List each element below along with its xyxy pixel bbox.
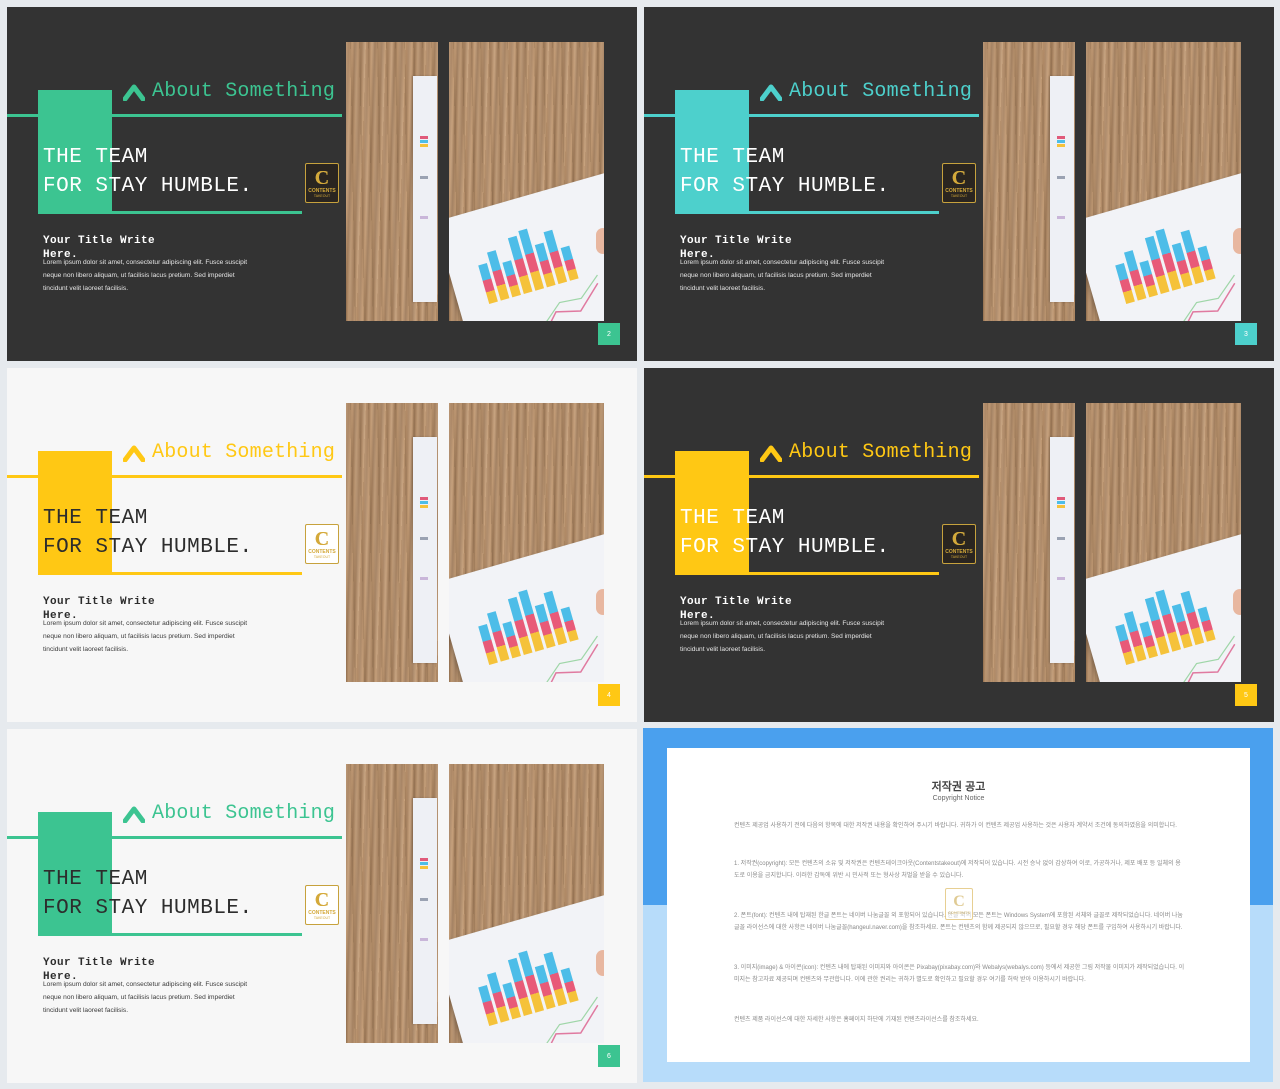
chevron-up-icon (760, 84, 782, 101)
wood-photo-left (346, 764, 438, 1043)
copyright-intro: 컨텐츠 제공업 사용하기 전에 다음의 항목에 대한 저작권 내용을 확인하여 … (734, 823, 1177, 829)
logo-letter: C (314, 167, 330, 189)
contents-logo: C CONTENTS TAKEOUT (305, 885, 339, 925)
wood-photo-right (1086, 403, 1241, 682)
body-text: Lorem ipsum dolor sit amet, consectetur … (680, 259, 885, 292)
body-text: Lorem ipsum dolor sit amet, consectetur … (43, 981, 248, 1014)
headline-line-2: FOR STAY HUMBLE. (680, 175, 890, 198)
headline-line-1: THE TEAM (43, 868, 148, 891)
slide-page-2[interactable]: About Something THE TEAM FOR STAY HUMBLE… (7, 7, 637, 361)
contents-logo: C CONTENTS TAKEOUT (942, 163, 976, 203)
slide-page-4[interactable]: About Something THE TEAM FOR STAY HUMBLE… (7, 368, 637, 722)
headline-line-1: THE TEAM (680, 146, 785, 169)
logo-line-2: TAKEOUT (313, 555, 331, 559)
copyright-section-image: 3. 이미지(image) & 아이콘(icon): 컨텐츠 내에 탑재된 이미… (734, 965, 1185, 983)
accent-line-bottom (38, 211, 302, 214)
page-number: 3 (1235, 323, 1257, 345)
slide-copyright-notice[interactable]: 저작권 공고 Copyright Notice 컨텐츠 제공업 사용하기 전에 … (643, 728, 1273, 1082)
finger (1233, 228, 1241, 254)
about-heading: About Something (760, 441, 972, 464)
finger (1233, 589, 1241, 615)
logo-letter: C (951, 528, 967, 550)
wood-photo-right (449, 403, 604, 682)
logo-line-2: TAKEOUT (313, 916, 331, 920)
headline: THE TEAM FOR STAY HUMBLE. (680, 143, 890, 201)
wood-photo-left (983, 42, 1075, 321)
headline-line-1: THE TEAM (43, 507, 148, 530)
about-heading: About Something (760, 80, 972, 103)
contents-logo-watermark: C CONTENTS (945, 888, 973, 920)
headline: THE TEAM FOR STAY HUMBLE. (43, 865, 253, 923)
chevron-up-icon (123, 445, 145, 462)
contents-logo: C CONTENTS TAKEOUT (942, 524, 976, 564)
wood-photo-left (346, 42, 438, 321)
finger (596, 950, 604, 976)
chevron-up-icon (123, 806, 145, 823)
about-heading: About Something (123, 802, 335, 825)
logo-line-2: TAKEOUT (313, 194, 331, 198)
copyright-subtitle: Copyright Notice (932, 795, 985, 802)
chevron-up-icon (123, 84, 145, 101)
page-number: 6 (598, 1045, 620, 1067)
headline-line-2: FOR STAY HUMBLE. (680, 536, 890, 559)
paper-strip (413, 798, 437, 1024)
headline-line-1: THE TEAM (43, 146, 148, 169)
logo-line-1: CONTENTS (948, 909, 970, 915)
wood-photo-left (983, 403, 1075, 682)
accent-line-bottom (675, 211, 939, 214)
contents-logo: C CONTENTS TAKEOUT (305, 524, 339, 564)
about-text: About Something (152, 80, 336, 103)
paper-strip (413, 437, 437, 663)
copyright-section-copyright: 1. 저작권(copyright): 모든 컨텐츠의 소유 및 저작권은 컨텐츠… (734, 861, 1181, 879)
copyright-card: 저작권 공고 Copyright Notice 컨텐츠 제공업 사용하기 전에 … (667, 748, 1250, 1062)
paper-strip (1050, 437, 1074, 663)
logo-letter: C (314, 889, 330, 911)
accent-line-bottom (675, 572, 939, 575)
copyright-footer: 컨텐츠 제품 라이선스에 대한 자세한 사항은 홈페이지 하단에 기재된 컨텐츠… (734, 1017, 979, 1023)
slide-page-5[interactable]: About Something THE TEAM FOR STAY HUMBLE… (644, 368, 1274, 722)
wood-photo-left (346, 403, 438, 682)
wood-photo-right (449, 42, 604, 321)
copyright-title: 저작권 공고 (931, 781, 986, 793)
body-text: Lorem ipsum dolor sit amet, consectetur … (43, 259, 248, 292)
about-heading: About Something (123, 441, 335, 464)
finger (596, 228, 604, 254)
body-text: Lorem ipsum dolor sit amet, consectetur … (680, 620, 885, 653)
page-number: 5 (1235, 684, 1257, 706)
logo-line-2: TAKEOUT (950, 194, 968, 198)
accent-line-bottom (38, 572, 302, 575)
wood-photo-right (449, 764, 604, 1043)
logo-line-2: TAKEOUT (950, 555, 968, 559)
chevron-up-icon (760, 445, 782, 462)
headline-line-2: FOR STAY HUMBLE. (43, 175, 253, 198)
about-text: About Something (789, 80, 973, 103)
about-text: About Something (152, 441, 336, 464)
finger (596, 589, 604, 615)
logo-letter: C (953, 892, 965, 910)
slide-page-6[interactable]: About Something THE TEAM FOR STAY HUMBLE… (7, 729, 637, 1083)
page-number: 2 (598, 323, 620, 345)
page-number: 4 (598, 684, 620, 706)
logo-letter: C (314, 528, 330, 550)
accent-line-bottom (38, 933, 302, 936)
wood-photo-right (1086, 42, 1241, 321)
paper-strip (413, 76, 437, 302)
headline: THE TEAM FOR STAY HUMBLE. (43, 504, 253, 562)
headline-line-2: FOR STAY HUMBLE. (43, 536, 253, 559)
about-text: About Something (152, 802, 336, 825)
slide-page-3[interactable]: About Something THE TEAM FOR STAY HUMBLE… (644, 7, 1274, 361)
about-text: About Something (789, 441, 973, 464)
paper-strip (1050, 76, 1074, 302)
about-heading: About Something (123, 80, 335, 103)
contents-logo: C CONTENTS TAKEOUT (305, 163, 339, 203)
headline-line-2: FOR STAY HUMBLE. (43, 897, 253, 920)
headline: THE TEAM FOR STAY HUMBLE. (680, 504, 890, 562)
headline: THE TEAM FOR STAY HUMBLE. (43, 143, 253, 201)
logo-letter: C (951, 167, 967, 189)
body-text: Lorem ipsum dolor sit amet, consectetur … (43, 620, 248, 653)
headline-line-1: THE TEAM (680, 507, 785, 530)
